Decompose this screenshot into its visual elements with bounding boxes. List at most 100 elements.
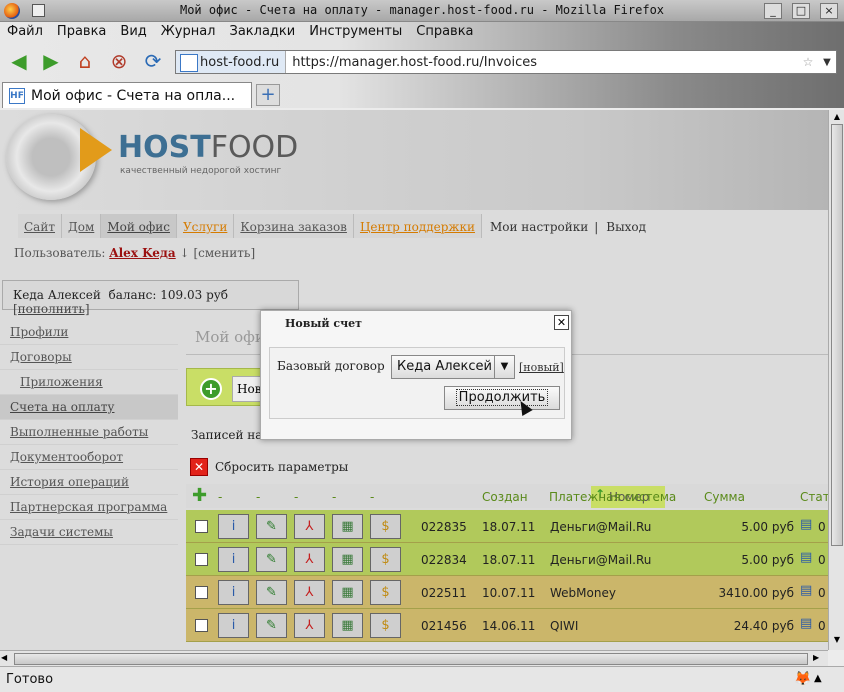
nav-my-office[interactable]: Мой офис (101, 214, 177, 238)
base-contract-select[interactable]: Кеда Алексей ▼ (391, 355, 515, 379)
table-row[interactable]: i ✎ ⅄ ▦ $021456 14.06.11 QIWI 24.40 руб ▤ 0 (186, 609, 828, 642)
sidebar-item-history[interactable]: История операций (0, 470, 178, 495)
status-icon[interactable]: ▤ (800, 583, 812, 598)
payment-icon[interactable]: $ (370, 580, 401, 605)
table-row[interactable]: i ✎ ⅄ ▦ $022835 18.07.11 Деньги@Mail.Ru 5.00 ру… (186, 510, 828, 543)
image-icon[interactable]: ▦ (332, 580, 363, 605)
tab-active[interactable]: HF Мой офис - Счета на опла... (2, 82, 252, 108)
invoice-number[interactable]: 022834 (421, 553, 467, 567)
nav-support[interactable]: Центр поддержки (353, 214, 482, 238)
new-tab-button[interactable]: + (256, 84, 280, 106)
menu-file[interactable]: Файл (0, 22, 50, 44)
column-status[interactable]: Стат (800, 490, 828, 504)
new-contract-link[interactable]: [новый] (519, 361, 564, 374)
nav-site[interactable]: Сайт (18, 214, 62, 238)
column-sum[interactable]: Сумма (704, 490, 745, 504)
info-icon[interactable]: i (218, 580, 249, 605)
sidebar-item-profiles[interactable]: Профили (0, 320, 178, 345)
nav-cart[interactable]: Корзина заказов (234, 214, 354, 238)
user-dropdown-icon[interactable]: ↓ (180, 246, 190, 260)
add-row-icon[interactable]: ✚ (192, 485, 207, 506)
forward-arrow-icon[interactable]: ▶ (38, 50, 64, 74)
horizontal-scroll-thumb[interactable] (14, 653, 808, 665)
reset-filters-link[interactable]: Сбросить параметры (215, 460, 348, 474)
scroll-up-icon[interactable]: ▲ (831, 111, 843, 123)
status-icon[interactable]: ▤ (800, 550, 812, 565)
add-invoice-icon[interactable]: + (200, 378, 222, 400)
image-icon[interactable]: ▦ (332, 547, 363, 572)
column-payment-system[interactable]: Платежная система (549, 490, 676, 504)
menu-view[interactable]: Вид (113, 22, 153, 44)
pdf-icon[interactable]: ⅄ (294, 580, 325, 605)
nav-logout[interactable]: Выход (598, 214, 652, 240)
info-icon[interactable]: i (218, 613, 249, 638)
payment-icon[interactable]: $ (370, 547, 401, 572)
status-arrow-icon[interactable]: ▲ (814, 673, 822, 684)
sidebar-item-tasks[interactable]: Задачи системы (0, 520, 178, 545)
menu-edit[interactable]: Правка (50, 22, 113, 44)
nav-services[interactable]: Услуги (176, 214, 235, 238)
edit-icon[interactable]: ✎ (256, 514, 287, 539)
column-created[interactable]: Создан (482, 490, 528, 504)
invoice-number[interactable]: 022511 (421, 586, 467, 600)
sidebar-item-documents[interactable]: Документооборот (0, 445, 178, 470)
edit-icon[interactable]: ✎ (256, 547, 287, 572)
menu-bookmarks[interactable]: Закладки (223, 22, 303, 44)
sidebar-item-completed-works[interactable]: Выполненные работы (0, 420, 178, 445)
invoice-number[interactable]: 022835 (421, 520, 467, 534)
menu-tools[interactable]: Инструменты (302, 22, 409, 44)
vertical-scroll-thumb[interactable] (831, 124, 843, 546)
user-name-link[interactable]: Alex Keда (109, 246, 175, 260)
status-icon[interactable]: ▤ (800, 616, 812, 631)
back-arrow-icon[interactable]: ◀ (6, 50, 32, 74)
edit-icon[interactable]: ✎ (256, 580, 287, 605)
site-logo[interactable]: HOSTFOOD (118, 130, 298, 165)
status-icon[interactable]: ▤ (800, 517, 812, 532)
image-icon[interactable]: ▦ (332, 514, 363, 539)
edit-icon[interactable]: ✎ (256, 613, 287, 638)
payment-icon[interactable]: $ (370, 613, 401, 638)
home-icon[interactable]: ⌂ (72, 50, 98, 74)
close-icon[interactable]: ✕ (554, 315, 569, 330)
info-icon[interactable]: i (218, 547, 249, 572)
stop-icon[interactable]: ⊗ (106, 50, 132, 74)
row-checkbox[interactable] (195, 520, 208, 533)
change-user-link[interactable]: [сменить] (193, 246, 255, 260)
row-checkbox[interactable] (195, 619, 208, 632)
top-up-link[interactable]: [пополнить] (13, 302, 90, 316)
info-icon[interactable]: i (218, 514, 249, 539)
sidebar-item-contracts[interactable]: Договоры (0, 345, 178, 370)
invoice-number[interactable]: 021456 (421, 619, 467, 633)
reload-icon[interactable]: ⟳ (140, 50, 166, 74)
minimize-button[interactable]: _ (764, 3, 782, 19)
pdf-icon[interactable]: ⅄ (294, 547, 325, 572)
pdf-icon[interactable]: ⅄ (294, 514, 325, 539)
scroll-down-icon[interactable]: ▼ (831, 634, 843, 646)
nav-settings[interactable]: Мои настройки (482, 214, 594, 240)
maximize-button[interactable]: □ (792, 3, 810, 19)
url-text[interactable]: https://manager.host-food.ru/Invoices (286, 55, 798, 70)
image-icon[interactable]: ▦ (332, 613, 363, 638)
url-dropdown-icon[interactable]: ▼ (818, 57, 836, 68)
bookmark-star-icon[interactable]: ☆ (798, 55, 818, 69)
nav-home[interactable]: Дом (61, 214, 102, 238)
menu-help[interactable]: Справка (409, 22, 480, 44)
payment-icon[interactable]: $ (370, 514, 401, 539)
horizontal-scrollbar[interactable]: ◀ ▶ (0, 650, 828, 666)
vertical-scrollbar[interactable]: ▲ ▼ (828, 110, 844, 650)
site-identity[interactable]: host-food.ru (176, 51, 287, 73)
continue-button[interactable]: Продолжить (444, 386, 560, 410)
menu-history[interactable]: Журнал (154, 22, 223, 44)
sidebar-item-invoices[interactable]: Счета на оплату (0, 395, 178, 420)
reset-icon[interactable]: ✕ (190, 458, 208, 476)
close-window-button[interactable]: × (820, 3, 838, 19)
address-bar[interactable]: host-food.ru https://manager.host-food.r… (175, 50, 837, 74)
table-row[interactable]: i ✎ ⅄ ▦ $022834 18.07.11 Деньги@Mail.Ru 5.00 ру… (186, 543, 828, 576)
row-checkbox[interactable] (195, 586, 208, 599)
firebug-icon[interactable]: 🦊 (794, 671, 811, 687)
table-row[interactable]: i ✎ ⅄ ▦ $022511 10.07.11 WebMoney 3410.00 руб ▤ 0 (186, 576, 828, 609)
scroll-left-icon[interactable]: ◀ (1, 653, 13, 662)
scroll-right-icon[interactable]: ▶ (813, 653, 825, 662)
sidebar-item-applications[interactable]: Приложения (0, 370, 178, 395)
row-checkbox[interactable] (195, 553, 208, 566)
